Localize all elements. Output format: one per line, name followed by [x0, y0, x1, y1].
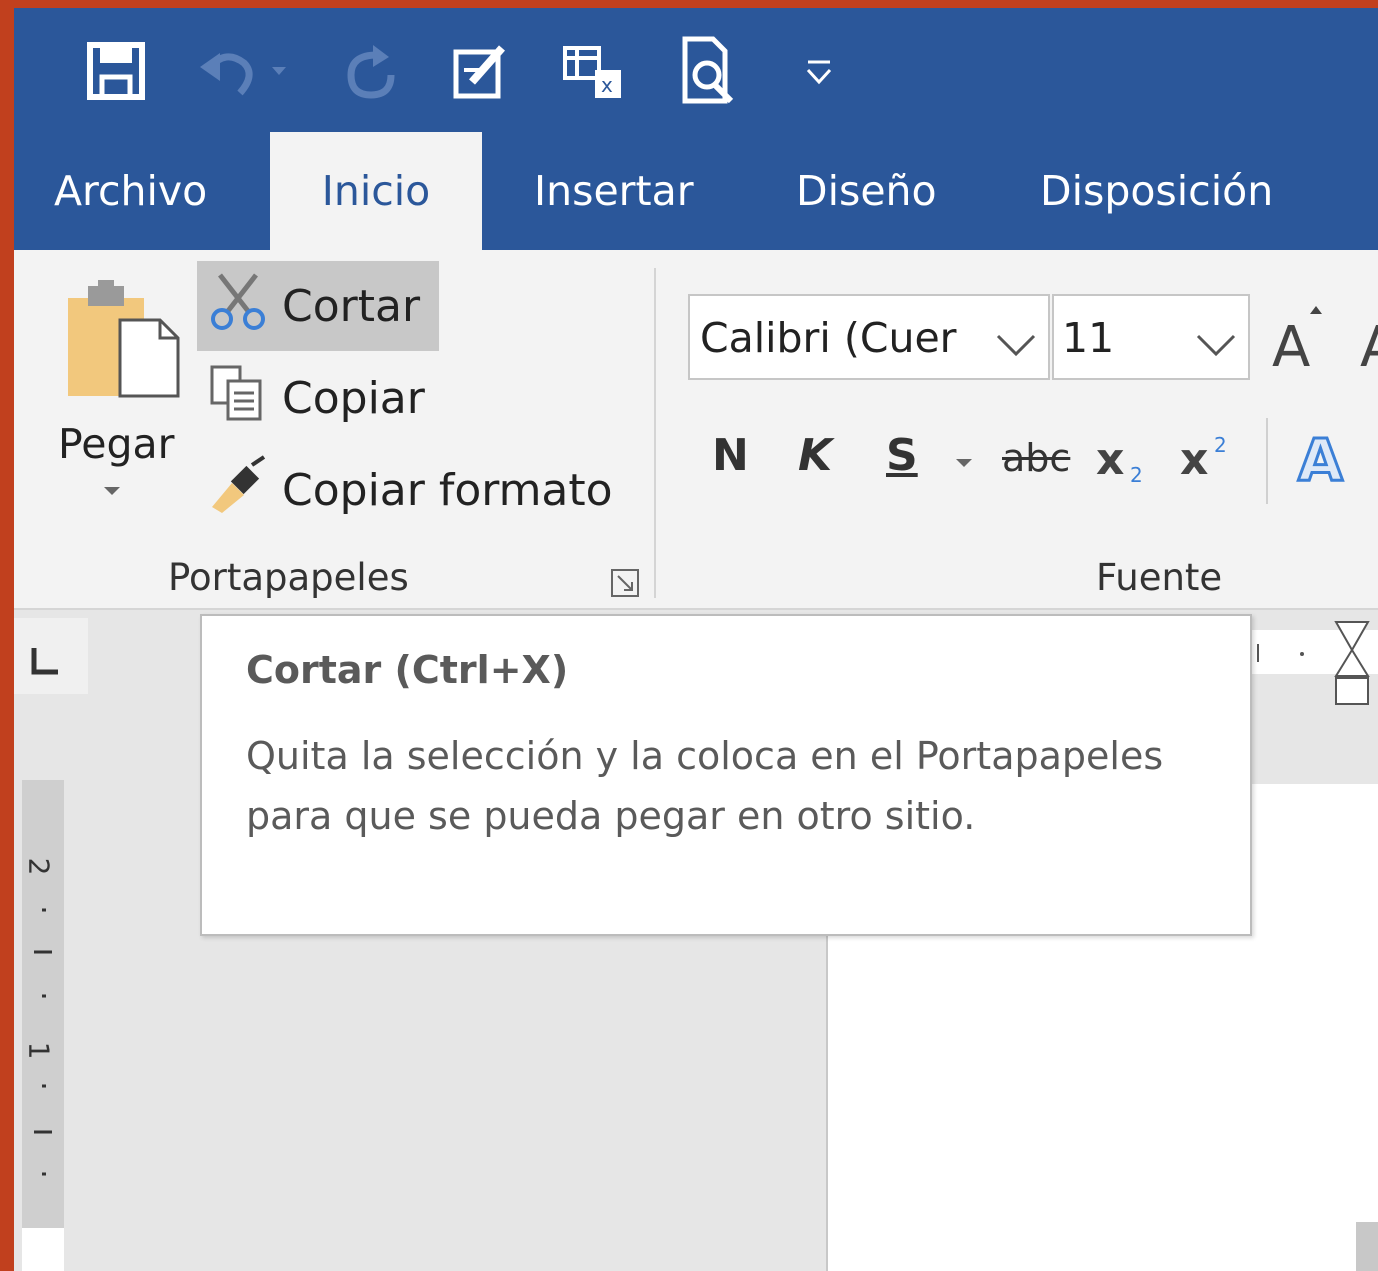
- customize-qat-icon[interactable]: [794, 36, 844, 106]
- vertical-ruler-margin: [22, 1228, 64, 1271]
- copy-label: Copiar: [282, 372, 425, 424]
- strikethrough-button[interactable]: abc: [1002, 436, 1070, 480]
- subscript-icon[interactable]: x2: [1096, 430, 1156, 490]
- quick-access-toolbar: x: [14, 8, 1378, 132]
- text-effects-icon[interactable]: A: [1296, 424, 1366, 496]
- tab-diseno[interactable]: Diseño: [796, 132, 937, 250]
- svg-text:2: 2: [1130, 463, 1143, 486]
- copy-button[interactable]: Copiar: [208, 362, 425, 434]
- ribbon-tabs: Archivo Inicio Insertar Diseño Disposici…: [14, 132, 1378, 250]
- chevron-down-icon[interactable]: [994, 322, 1038, 370]
- save-icon[interactable]: [78, 36, 154, 106]
- tab-inicio[interactable]: Inicio: [270, 132, 482, 250]
- clipboard-group-label: Portapapeles: [168, 556, 409, 599]
- cut-label: Cortar: [282, 280, 421, 332]
- redo-icon[interactable]: [332, 36, 402, 106]
- svg-text:2: 2: [1214, 433, 1227, 457]
- clipboard-launcher-icon[interactable]: [610, 568, 640, 602]
- font-name-combobox[interactable]: Calibri (Cuer: [688, 294, 1050, 380]
- svg-text:x: x: [601, 73, 613, 97]
- print-preview-icon[interactable]: [674, 36, 744, 106]
- grow-font-icon[interactable]: A: [1272, 304, 1332, 380]
- font-size-combobox[interactable]: 11: [1052, 294, 1250, 380]
- font-group-label: Fuente: [1096, 556, 1223, 599]
- svg-text:A: A: [1360, 315, 1378, 374]
- format-painter-icon: [208, 454, 268, 526]
- group-separator: [654, 268, 656, 598]
- paste-label: Pegar: [58, 420, 175, 468]
- vertical-ruler[interactable]: 2 1: [22, 780, 64, 1228]
- tab-insertar[interactable]: Insertar: [534, 132, 694, 250]
- table-icon[interactable]: x: [554, 36, 630, 106]
- font-size-value: 11: [1062, 314, 1115, 362]
- underline-dropdown-icon[interactable]: [954, 454, 974, 473]
- scissors-icon: [208, 271, 268, 342]
- shrink-font-icon[interactable]: A: [1360, 304, 1378, 380]
- cut-tooltip: Cortar (Ctrl+X) Quita la selección y la …: [200, 614, 1252, 936]
- superscript-icon[interactable]: x2: [1180, 430, 1240, 490]
- cut-button[interactable]: Cortar: [208, 270, 420, 342]
- indent-marker-icon[interactable]: [1332, 620, 1372, 714]
- word-window: x Archivo Inicio Insertar Diseño Disposi…: [14, 8, 1378, 1271]
- font-name-value: Calibri (Cuer: [700, 314, 957, 362]
- italic-button[interactable]: K: [798, 430, 832, 481]
- svg-text:A: A: [1298, 426, 1343, 488]
- paste-icon: [68, 280, 184, 404]
- left-tab-icon: [31, 648, 58, 675]
- format-painter-label: Copiar formato: [282, 464, 613, 516]
- chevron-down-icon[interactable]: [1194, 322, 1238, 370]
- tooltip-title: Cortar (Ctrl+X): [246, 648, 569, 692]
- copy-icon: [208, 363, 268, 434]
- paste-button[interactable]: Pegar: [54, 270, 184, 520]
- tab-archivo[interactable]: Archivo: [54, 132, 207, 250]
- svg-text:x: x: [1096, 434, 1124, 485]
- undo-icon[interactable]: [194, 36, 294, 106]
- paste-dropdown-icon[interactable]: [102, 482, 122, 501]
- scrollbar-thumb[interactable]: [1356, 1222, 1378, 1271]
- font-separator: [1266, 418, 1268, 504]
- edit-document-icon[interactable]: [446, 36, 516, 106]
- tab-disposicion[interactable]: Disposición: [1040, 132, 1273, 250]
- tooltip-body: Quita la selección y la coloca en el Por…: [246, 734, 1164, 838]
- underline-button[interactable]: S: [886, 430, 918, 481]
- svg-text:x: x: [1180, 434, 1208, 485]
- ribbon-home: Pegar Cortar Copiar Copiar formato Porta…: [14, 250, 1378, 610]
- tab-selector[interactable]: [14, 618, 88, 694]
- svg-text:A: A: [1272, 315, 1310, 374]
- format-painter-button[interactable]: Copiar formato: [208, 454, 613, 526]
- bold-button[interactable]: N: [712, 430, 749, 481]
